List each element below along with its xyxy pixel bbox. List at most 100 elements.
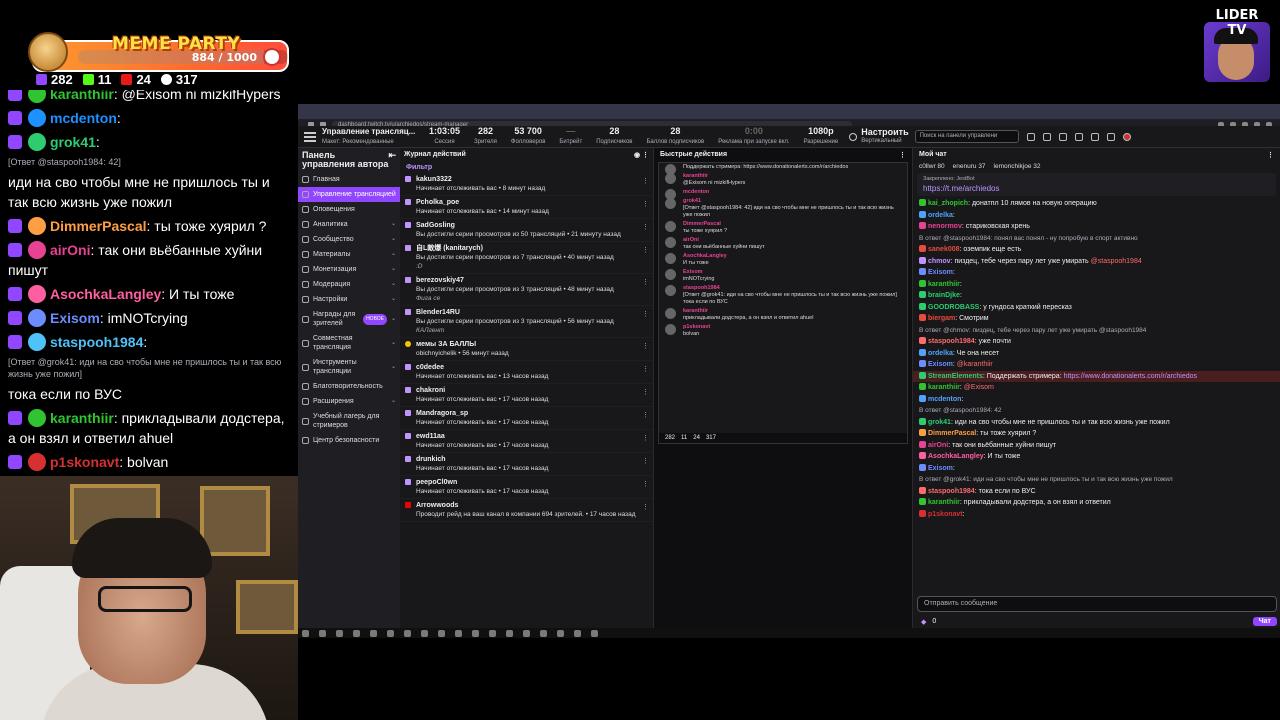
panel-more-icon[interactable]: ⋮	[899, 151, 906, 159]
header-stat[interactable]: — Битрейт	[552, 126, 589, 147]
whisper-icon[interactable]	[1090, 132, 1099, 141]
taskbar-app-icon[interactable]	[336, 629, 343, 637]
sidebar-item[interactable]: Материалы ⌄	[298, 247, 400, 262]
chat-username[interactable]: DimmerPascal	[683, 221, 721, 227]
chat-username[interactable]: karanthiir	[683, 173, 708, 179]
taskbar-app-icon[interactable]	[506, 629, 513, 637]
sidebar-item[interactable]: Учебный лагерь для стримеров	[298, 409, 400, 433]
activity-title[interactable]: Журнал действий	[404, 151, 466, 159]
activity-item[interactable]: drunkich Начинает отслеживать вас • 17 ча…	[400, 453, 653, 476]
menu-icon[interactable]	[304, 131, 316, 142]
top-chatter[interactable]: enenuru 37	[953, 163, 986, 170]
taskbar-app-icon[interactable]	[455, 629, 462, 637]
header-stat[interactable]: 1080p Разрешение	[797, 126, 846, 147]
taskbar-app-icon[interactable]	[557, 629, 564, 637]
taskbar-app-icon[interactable]	[489, 629, 496, 637]
taskbar-app-icon[interactable]	[353, 629, 360, 637]
chat-username[interactable]: staspooh1984	[928, 338, 975, 345]
activity-user[interactable]: ewd11aa	[416, 432, 639, 441]
more-icon[interactable]: ⋮	[642, 177, 649, 186]
chat-username[interactable]: chmov	[928, 258, 951, 265]
activity-item[interactable]: 自L敵爆 (kanitarych) Вы достигли серии просм…	[400, 242, 653, 274]
chat-username[interactable]: Exisom	[928, 269, 953, 276]
taskbar-app-icon[interactable]	[438, 629, 445, 637]
mention[interactable]: @Exisom	[964, 384, 994, 391]
activity-item[interactable]: SadGosling Вы достигли серии просмотров и…	[400, 219, 653, 242]
chat-input[interactable]: Отправить сообщение	[917, 596, 1277, 612]
header-stat[interactable]: 53 700 Фолловеров	[504, 126, 553, 147]
more-icon[interactable]: ⋮	[642, 200, 649, 209]
chat-username[interactable]: mcdenton	[683, 189, 709, 195]
chat-username[interactable]: kai_zhopich	[928, 200, 968, 207]
chat-username[interactable]: grok41	[928, 419, 951, 426]
taskbar-app-icon[interactable]	[319, 629, 326, 637]
my-chat-title[interactable]: Мой чат	[919, 151, 947, 159]
chat-username[interactable]: p1skonavt	[683, 324, 710, 330]
crown-icon[interactable]	[1106, 132, 1115, 141]
activity-item[interactable]: peepoCl0wn Начинает отслеживать вас • 17 …	[400, 476, 653, 499]
activity-user[interactable]: Blender14RU	[416, 308, 639, 317]
more-icon[interactable]: ⋮	[642, 503, 649, 512]
inbox-icon[interactable]	[1074, 132, 1083, 141]
taskbar-app-icon[interactable]	[523, 629, 530, 637]
taskbar-app-icon[interactable]	[404, 629, 411, 637]
activity-user[interactable]: 自L敵爆 (kanitarych)	[416, 244, 639, 253]
sidebar-item[interactable]: Расширения ⌄	[298, 394, 400, 409]
collapse-icon[interactable]: ⇤	[388, 151, 396, 169]
more-icon[interactable]: ⋮	[642, 246, 649, 255]
header-stat[interactable]: 0:00 Реклама при запуске вкл.	[711, 126, 796, 147]
chat-username[interactable]: p1skonavt	[928, 511, 963, 518]
chat-username[interactable]: nenormov	[928, 223, 962, 230]
filter-button[interactable]: Фильтр	[400, 162, 653, 173]
taskbar-app-icon[interactable]	[421, 629, 428, 637]
chat-username[interactable]: Exisom	[928, 361, 953, 368]
activity-item[interactable]: c0dedee Начинает отслеживать вас • 13 час…	[400, 361, 653, 384]
sidebar-item[interactable]: Совместная трансляция ⌄	[298, 331, 400, 355]
more-icon[interactable]: ⋮	[642, 480, 649, 489]
chat-username[interactable]: airOni	[683, 237, 699, 243]
chat-link[interactable]: https://www.donationalerts.com/r/archied…	[1064, 373, 1197, 380]
activity-user[interactable]: chakroni	[416, 386, 639, 395]
chat-username[interactable]: karanthiir	[928, 384, 960, 391]
more-icon[interactable]: ⋮	[642, 278, 649, 287]
search-icon[interactable]	[1026, 132, 1035, 141]
taskbar-app-icon[interactable]	[472, 629, 479, 637]
more-icon[interactable]: ⋮	[642, 310, 649, 319]
activity-user[interactable]: kakun3322	[416, 175, 639, 184]
activity-item[interactable]: Blender14RU Вы достигли серии просмотров …	[400, 306, 653, 338]
header-stat[interactable]: 282 Зрителя	[467, 126, 504, 147]
quick-actions-title[interactable]: Быстрые действия	[660, 151, 727, 159]
chat-username[interactable]: AsochkaLangley	[928, 453, 984, 460]
more-icon[interactable]: ⋮	[642, 411, 649, 420]
mention[interactable]: @karanthiir	[957, 361, 993, 368]
more-icon[interactable]: ⋮	[642, 365, 649, 374]
activity-user[interactable]: мемы ЗА БАЛЛЫ	[416, 340, 639, 349]
configure-button[interactable]: Настроить Вертикальный	[845, 128, 909, 145]
sidebar-item[interactable]: Управление трансляцией	[298, 187, 400, 202]
activity-item[interactable]: Mandragora_sp Начинает отслеживать вас • …	[400, 407, 653, 430]
chat-username[interactable]: Exisom	[683, 269, 703, 275]
chat-username[interactable]: karanthiir	[683, 308, 708, 314]
avatar[interactable]	[1122, 132, 1131, 141]
sidebar-item[interactable]: Благотворительность	[298, 379, 400, 394]
chat-username[interactable]: ordelka	[928, 350, 953, 357]
sidebar-item[interactable]: Монетизация ⌄	[298, 262, 400, 277]
activity-user[interactable]: peepoCl0wn	[416, 478, 639, 487]
more-icon[interactable]: ⋮	[642, 434, 649, 443]
taskbar-app-icon[interactable]	[302, 629, 309, 637]
taskbar-app-icon[interactable]	[574, 629, 581, 637]
chat-username[interactable]: sanek008	[928, 246, 960, 253]
taskbar-app-icon[interactable]	[387, 629, 394, 637]
activity-item[interactable]: ewd11aa Начинает отслеживать вас • 17 час…	[400, 430, 653, 453]
manager-title[interactable]: Управление трансляц... Макет: Рекомендова…	[322, 127, 422, 147]
sidebar-item[interactable]: Инструменты трансляции ⌄	[298, 355, 400, 379]
taskbar-app-icon[interactable]	[540, 629, 547, 637]
chat-username[interactable]: biergam	[928, 315, 955, 322]
chat-send-button[interactable]: Чат	[1252, 617, 1277, 626]
top-chatter[interactable]: lemonchikjoe 32	[994, 163, 1041, 170]
mention[interactable]: @staspooh1984	[1091, 258, 1142, 265]
chat-username[interactable]: mcdenton	[928, 396, 961, 403]
activity-controls[interactable]: ◉ ⋮	[634, 151, 649, 159]
chat-username[interactable]: StreamElements	[928, 373, 983, 380]
chat-username[interactable]: karanthiir	[928, 499, 960, 506]
